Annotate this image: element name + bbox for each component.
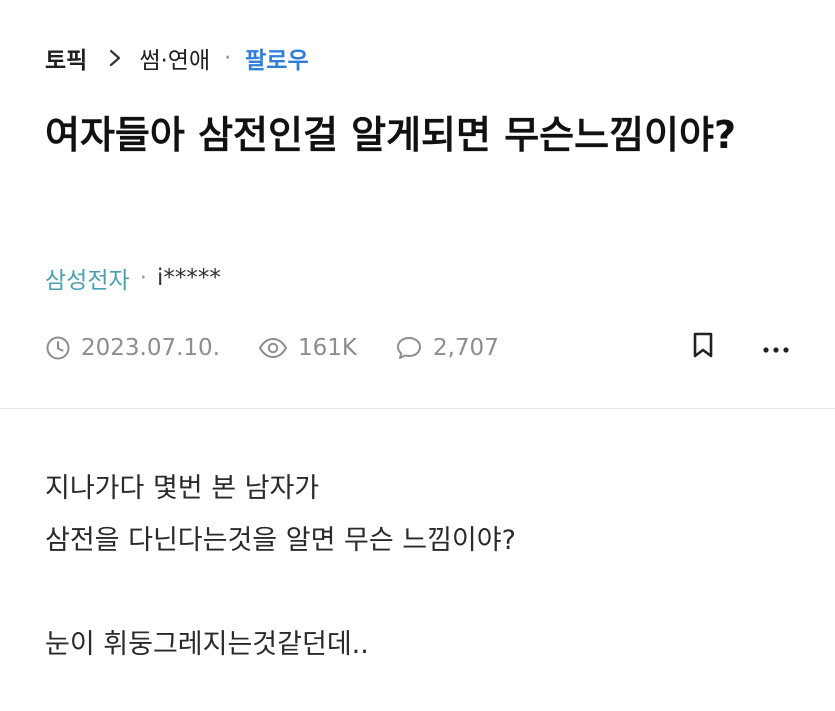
post-views: 161K (258, 335, 357, 361)
breadcrumb-topic[interactable]: 토픽 (45, 41, 87, 75)
more-options-button[interactable] (762, 335, 790, 361)
breadcrumb: 토픽 썸·연애 · 팔로우 (45, 38, 309, 78)
post-body-line: 눈이 휘둥그레지는것같던데.. (45, 629, 369, 660)
post-date-text: 2023.07.10. (81, 335, 220, 361)
post-actions (690, 328, 790, 368)
author-line: 삼성전자 · i***** (45, 258, 221, 298)
post-date: 2023.07.10. (45, 335, 220, 361)
breadcrumb-separator: · (224, 45, 232, 71)
bookmark-button[interactable] (690, 331, 716, 365)
post-comments-count: 2,707 (432, 335, 499, 361)
post-body-blank-line (45, 567, 805, 619)
post-body: 지나가다 몇번 본 남자가 삼전을 다닌다는것을 알면 무슨 느낌이야? 눈이 … (45, 463, 805, 671)
section-divider (0, 408, 835, 409)
post-comments[interactable]: 2,707 (395, 335, 499, 361)
speech-bubble-icon (396, 337, 421, 359)
author-separator: · (139, 265, 147, 291)
chevron-right-icon (105, 46, 125, 70)
follow-button[interactable]: 팔로우 (245, 41, 308, 75)
author-company[interactable]: 삼성전자 (45, 261, 130, 295)
breadcrumb-category[interactable]: 썸·연애 (139, 41, 210, 75)
post-views-count: 161K (298, 335, 357, 361)
author-nickname: i***** (156, 265, 221, 291)
eye-icon (259, 338, 287, 358)
post-body-line: 삼전을 다닌다는것을 알면 무슨 느낌이야? (45, 525, 516, 556)
post-meta: 2023.07.10. 161K 2,707 (45, 328, 790, 368)
post-page: 토픽 썸·연애 · 팔로우 여자들아 삼전인걸 알게되면 무슨느낌이야? 삼성전… (0, 0, 835, 711)
post-body-line: 지나가다 몇번 본 남자가 (45, 473, 320, 504)
post-title: 여자들아 삼전인걸 알게되면 무슨느낌이야? (45, 113, 737, 157)
clock-icon (46, 336, 70, 360)
more-dots-icon (763, 347, 789, 353)
bookmark-icon (693, 332, 713, 358)
